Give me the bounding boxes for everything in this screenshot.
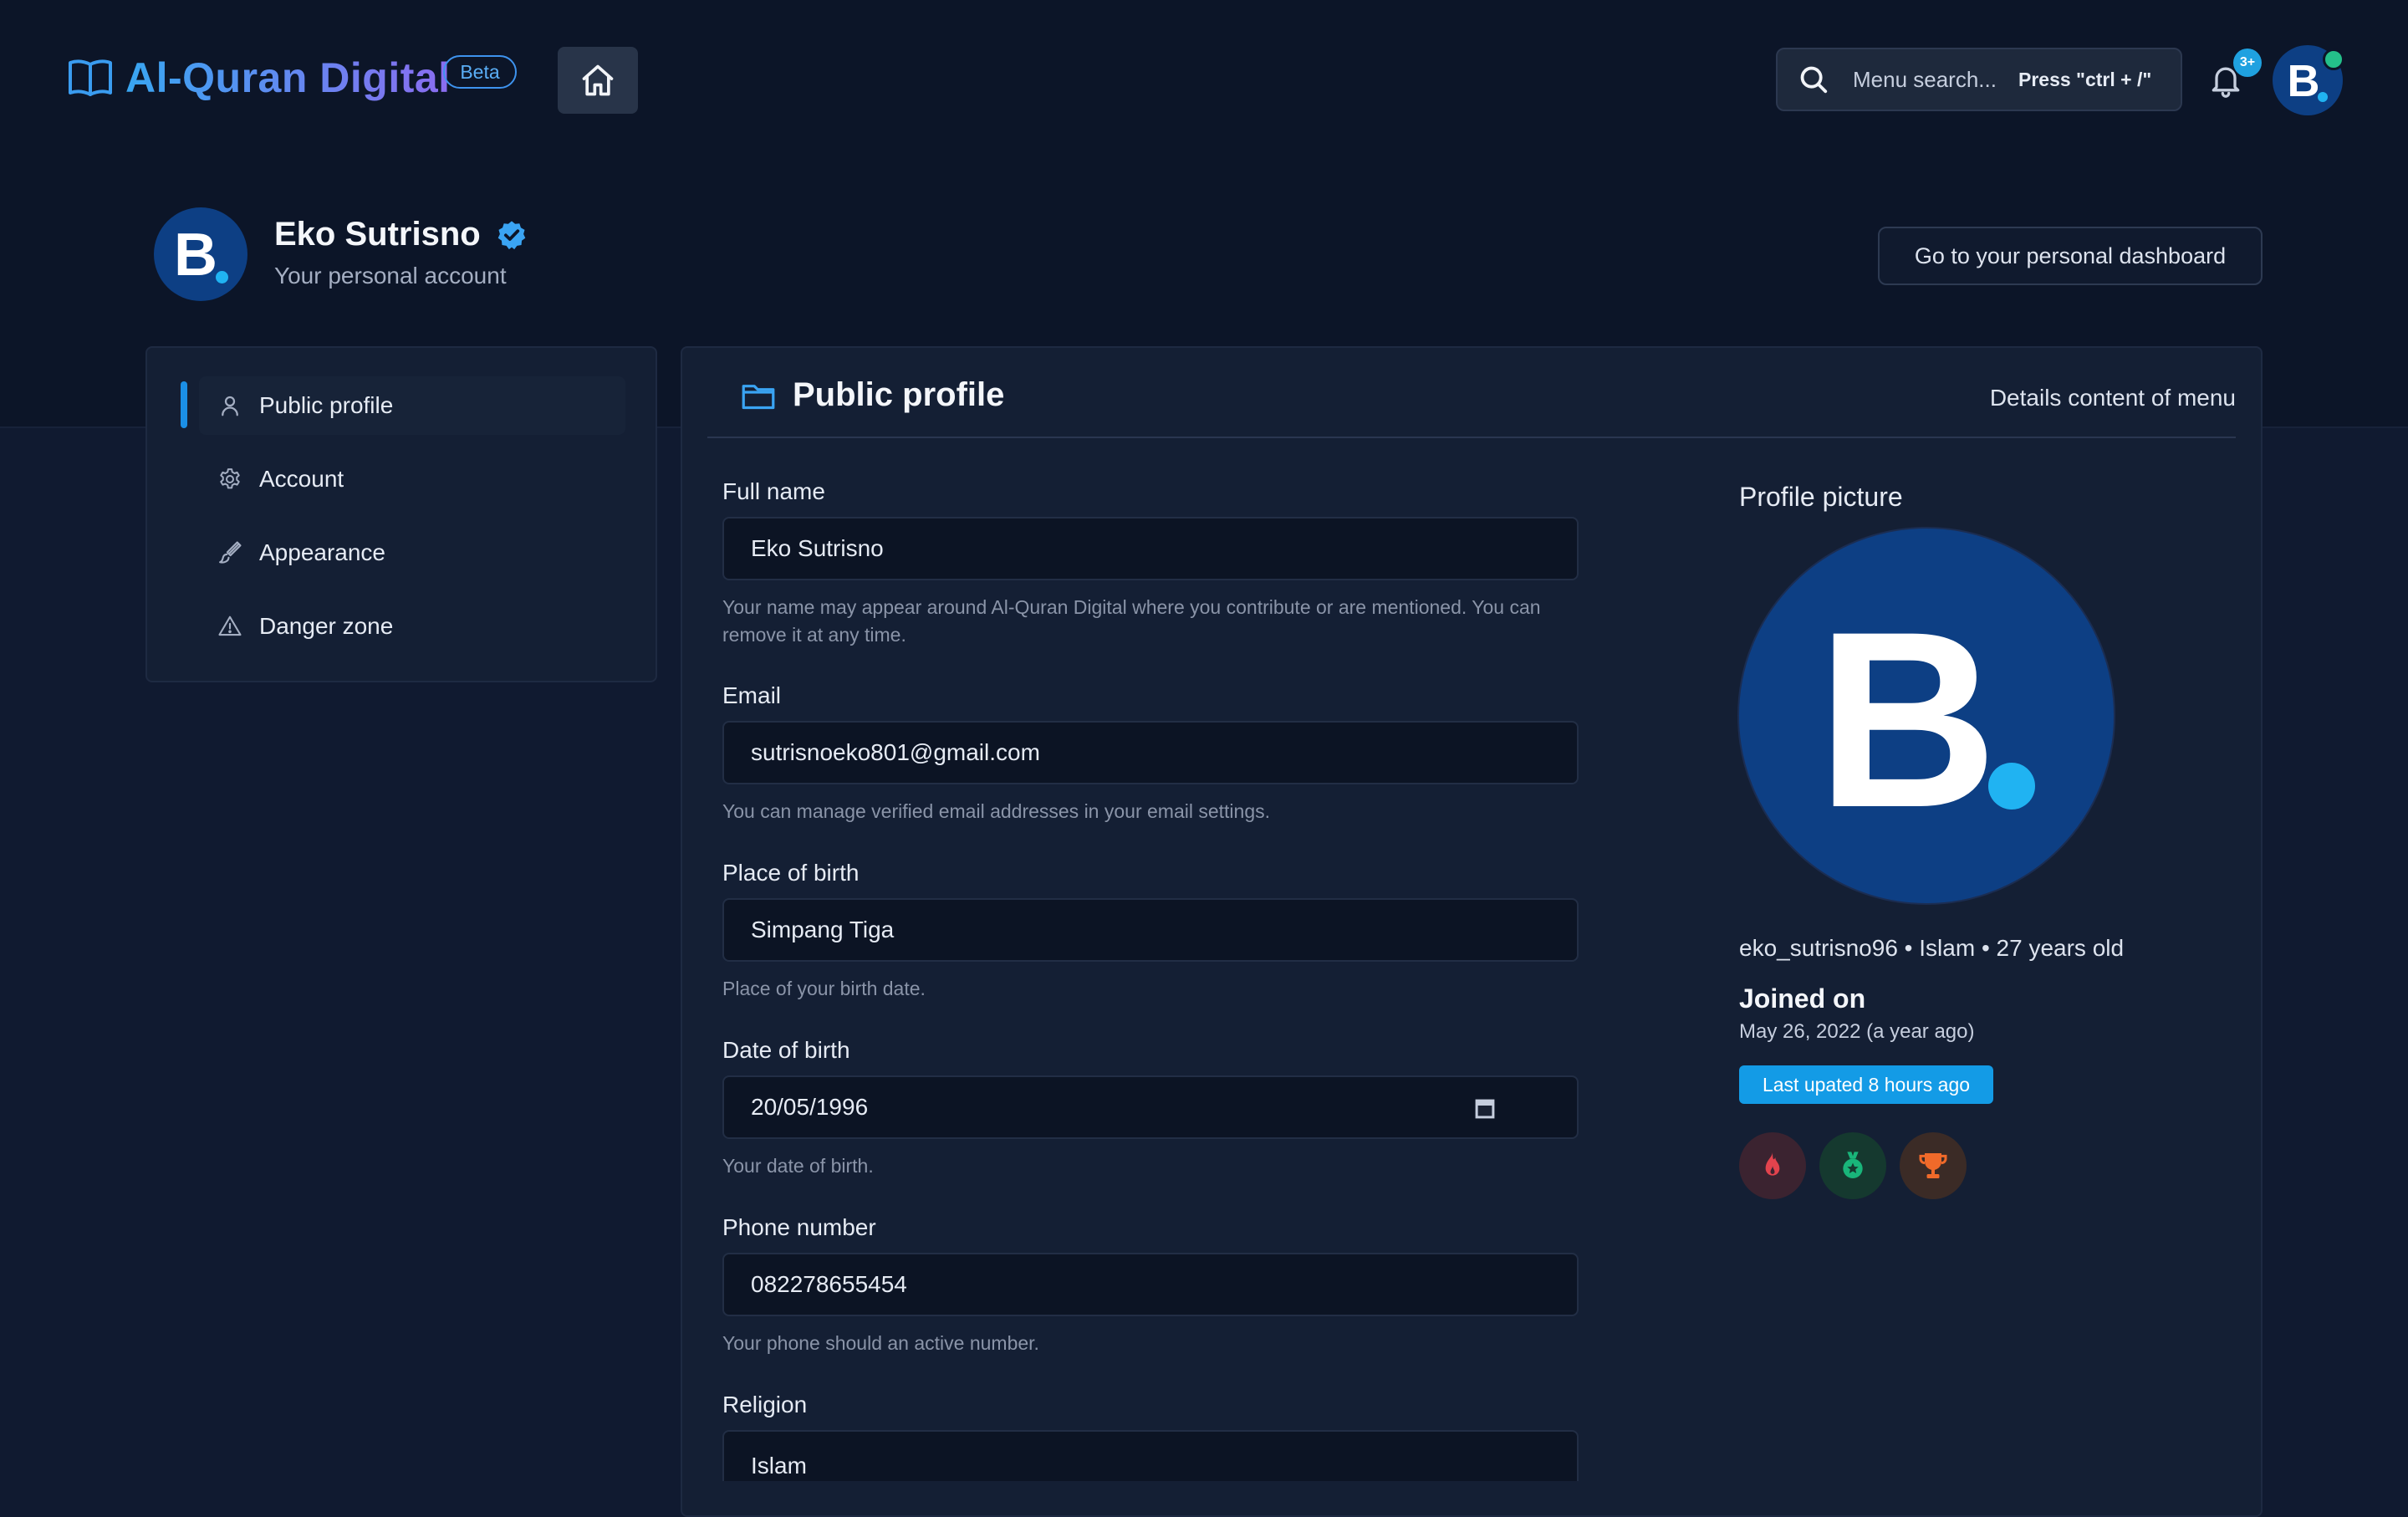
avatar-dot	[2318, 92, 2328, 102]
date-of-birth-help: Your date of birth.	[722, 1155, 874, 1177]
place-of-birth-help: Place of your birth date.	[722, 978, 926, 999]
avatar-letter: B	[2287, 56, 2320, 106]
sidebar-item-public-profile[interactable]: Public profile	[199, 376, 625, 435]
sidebar-item-appearance[interactable]: Appearance	[199, 524, 625, 582]
user-icon	[222, 396, 238, 416]
email-label: Email	[722, 682, 782, 708]
verified-badge-icon	[497, 220, 526, 249]
panel-title-text: Public profile	[793, 376, 1005, 413]
email-value: sutrisnoeko801@gmail.com	[751, 739, 1040, 765]
place-of-birth-input[interactable]: Simpang Tiga	[722, 898, 1579, 962]
panel-title: Public profile	[741, 376, 1004, 414]
beta-badge: Beta	[443, 55, 517, 89]
joined-label: Joined on	[1739, 983, 1866, 1014]
online-status-indicator	[2323, 49, 2344, 70]
sidebar-item-label: Account	[259, 466, 344, 492]
place-of-birth-label: Place of birth	[722, 860, 860, 886]
personal-dashboard-button[interactable]: Go to your personal dashboard	[1878, 227, 2263, 285]
home-icon	[582, 64, 614, 96]
full-name-help: Your name may appear around Al-Quran Dig…	[722, 596, 1541, 646]
sidebar-item-account[interactable]: Account	[199, 450, 625, 508]
home-button[interactable]	[558, 47, 638, 114]
search-shortcut-hint: Press "ctrl + /"	[2018, 68, 2152, 90]
email-help: You can manage verified email addresses …	[722, 800, 1271, 822]
date-of-birth-value: 20/05/1996	[751, 1094, 869, 1120]
notification-count-badge: 3+	[2233, 49, 2262, 77]
brush-icon	[219, 541, 242, 564]
phone-number-value: 082278655454	[751, 1271, 907, 1297]
religion-label: Religion	[722, 1392, 808, 1417]
full-name-input[interactable]: Eko Sutrisno	[722, 517, 1579, 580]
achievement-medal[interactable]	[1819, 1132, 1886, 1199]
account-avatar-dot	[216, 271, 228, 283]
calendar-icon[interactable]	[1475, 1097, 1495, 1119]
profile-picture[interactable]: B	[1737, 527, 2115, 905]
joined-date: May 26, 2022 (a year ago)	[1739, 1020, 1975, 1043]
profile-picture-label: Profile picture	[1739, 482, 1903, 512]
gear-icon	[220, 468, 240, 489]
sidebar-item-label: Public profile	[259, 392, 394, 418]
settings-sidebar: Public profile Account Appearance Danger…	[145, 346, 657, 682]
achievement-trophy[interactable]	[1900, 1132, 1967, 1199]
email-input[interactable]: sutrisnoeko801@gmail.com	[722, 721, 1579, 784]
religion-input[interactable]: Islam	[722, 1430, 1579, 1481]
last-updated-badge: Last upated 8 hours ago	[1739, 1065, 1993, 1104]
account-avatar: B	[154, 207, 247, 301]
menu-search-input[interactable]: Menu search... Press "ctrl + /"	[1776, 48, 2182, 111]
folder-icon	[742, 384, 775, 409]
sidebar-item-label: Danger zone	[259, 613, 394, 639]
top-navbar: Al-Quran Digital Beta Menu search... Pre…	[0, 0, 2408, 159]
sidebar-item-label: Appearance	[259, 539, 386, 565]
account-subtitle: Your personal account	[274, 263, 507, 289]
account-avatar-letter: B	[174, 222, 217, 289]
religion-value: Islam	[751, 1452, 807, 1479]
flame-icon	[1765, 1152, 1780, 1176]
warning-icon	[218, 615, 242, 636]
profile-meta: eko_sutrisno96 • Islam • 27 years old	[1739, 935, 2125, 961]
panel-detail-text: Details content of menu	[1989, 385, 2236, 411]
panel-header: Public profile Details content of menu	[707, 371, 2236, 438]
search-placeholder: Menu search...	[1853, 66, 1997, 92]
full-name-value: Eko Sutrisno	[751, 535, 884, 561]
date-of-birth-label: Date of birth	[722, 1037, 850, 1063]
brand-title: Al-Quran Digital	[125, 54, 451, 101]
profile-picture-letter: B	[1816, 579, 1998, 860]
book-icon	[69, 59, 112, 96]
account-name-text: Eko Sutrisno	[274, 216, 481, 253]
sidebar-item-danger-zone[interactable]: Danger zone	[199, 597, 625, 656]
account-name: Eko Sutrisno	[274, 216, 528, 253]
place-of-birth-value: Simpang Tiga	[751, 917, 895, 942]
phone-number-input[interactable]: 082278655454	[722, 1253, 1579, 1316]
brand-logo[interactable]: Al-Quran Digital	[67, 54, 451, 102]
search-icon	[1800, 66, 1828, 94]
trophy-icon	[1919, 1153, 1947, 1178]
profile-picture-dot	[1988, 763, 2035, 810]
active-indicator	[181, 381, 187, 428]
medal-icon	[1843, 1152, 1863, 1178]
phone-number-help: Your phone should an active number.	[722, 1332, 1039, 1354]
achievement-flame[interactable]	[1739, 1132, 1806, 1199]
full-name-label: Full name	[722, 478, 825, 504]
date-of-birth-input[interactable]: 20/05/1996	[722, 1075, 1579, 1139]
phone-number-label: Phone number	[722, 1214, 876, 1240]
